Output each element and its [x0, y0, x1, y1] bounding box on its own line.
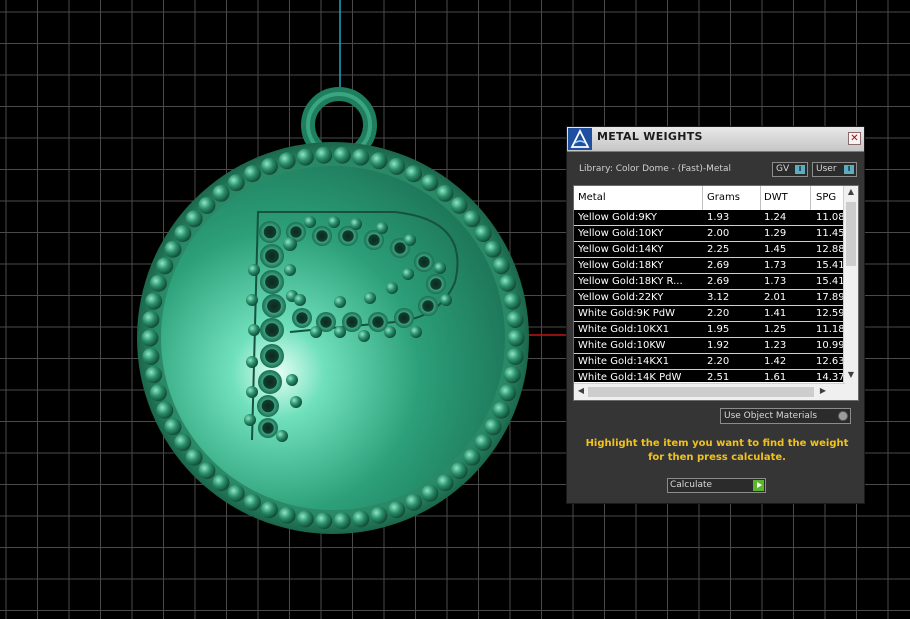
- instruction-text: Highlight the item you want to find the …: [585, 438, 849, 463]
- grams-cell: 3.12: [707, 292, 730, 303]
- table-row[interactable]: Yellow Gold:9KY 1.93 1.24 11.08: [574, 210, 845, 226]
- table-row[interactable]: Yellow Gold:18KY 2.69 1.73 15.41: [574, 258, 845, 274]
- col-header-grams[interactable]: Grams: [707, 192, 759, 203]
- info-icon: I: [844, 165, 854, 174]
- use-object-materials-option[interactable]: Use Object Materials: [720, 408, 851, 424]
- calculate-label: Calculate: [670, 480, 713, 490]
- spg-cell: 11.18: [816, 324, 845, 335]
- metal-cell: Yellow Gold:14KY: [578, 244, 664, 255]
- grams-cell: 2.00: [707, 228, 730, 239]
- metal-cell: Yellow Gold:22KY: [578, 292, 664, 303]
- grams-cell: 2.20: [707, 308, 730, 319]
- metal-cell: White Gold:14KX1: [578, 356, 670, 367]
- spg-cell: 14.37: [816, 372, 845, 382]
- dwt-cell: 1.61: [764, 372, 787, 382]
- grams-cell: 2.20: [707, 356, 730, 367]
- user-toggle[interactable]: User I: [812, 162, 857, 177]
- scroll-right-icon[interactable]: ▶: [817, 386, 829, 398]
- grams-cell: 2.51: [707, 372, 730, 382]
- table-row[interactable]: Yellow Gold:10KY 2.00 1.29 11.45: [574, 226, 845, 242]
- dwt-cell: 1.45: [764, 244, 787, 255]
- metal-cell: White Gold:10KX1: [578, 324, 670, 335]
- calculate-button[interactable]: Calculate: [667, 478, 766, 493]
- grams-cell: 2.25: [707, 244, 730, 255]
- dwt-cell: 1.23: [764, 340, 787, 351]
- user-label: User: [816, 164, 837, 174]
- spg-cell: 10.99: [816, 340, 845, 351]
- spg-cell: 17.89: [816, 292, 845, 303]
- dwt-cell: 1.29: [764, 228, 787, 239]
- metal-cell: Yellow Gold:18KY: [578, 260, 664, 271]
- dwt-cell: 1.24: [764, 212, 787, 223]
- table-row[interactable]: White Gold:14KX1 2.20 1.42 12.63: [574, 354, 845, 370]
- col-header-spg[interactable]: SPG: [816, 192, 846, 203]
- spg-cell: 12.63: [816, 356, 845, 367]
- gv-toggle[interactable]: GV I: [772, 162, 808, 177]
- metal-cell: White Gold:10KW: [578, 340, 666, 351]
- dwt-cell: 1.73: [764, 276, 787, 287]
- dwt-cell: 1.25: [764, 324, 787, 335]
- radio-icon[interactable]: [838, 411, 848, 421]
- scroll-down-icon[interactable]: ▼: [846, 370, 856, 382]
- close-icon[interactable]: ✕: [848, 132, 861, 145]
- metal-cell: Yellow Gold:9KY: [578, 212, 657, 223]
- spg-cell: 12.88: [816, 244, 845, 255]
- scroll-up-icon[interactable]: ▲: [846, 187, 856, 199]
- spg-cell: 15.41: [816, 276, 845, 287]
- metal-cell: Yellow Gold:10KY: [578, 228, 664, 239]
- grams-cell: 1.93: [707, 212, 730, 223]
- table-row[interactable]: Yellow Gold:22KY 3.12 2.01 17.89: [574, 290, 845, 306]
- gv-label: GV: [776, 164, 790, 174]
- col-header-metal[interactable]: Metal: [578, 192, 698, 203]
- metal-cell: White Gold:9K PdW: [578, 308, 675, 319]
- table-row[interactable]: Yellow Gold:18KY R... 2.69 1.73 15.41: [574, 274, 845, 290]
- dwt-cell: 1.42: [764, 356, 787, 367]
- horizontal-scrollbar[interactable]: ◀ ▶: [574, 383, 845, 400]
- library-label: Library: Color Dome - (Fast)-Metal: [579, 164, 731, 174]
- metal-weights-panel: METAL WEIGHTS ✕ Library: Color Dome - (F…: [566, 126, 865, 504]
- panel-title: METAL WEIGHTS: [597, 130, 703, 143]
- grams-cell: 2.69: [707, 260, 730, 271]
- spg-cell: 11.08: [816, 212, 845, 223]
- spg-cell: 12.59: [816, 308, 845, 319]
- spg-cell: 11.45: [816, 228, 845, 239]
- scroll-thumb[interactable]: [846, 202, 856, 266]
- grams-cell: 2.69: [707, 276, 730, 287]
- dwt-cell: 1.73: [764, 260, 787, 271]
- use-object-materials-label: Use Object Materials: [724, 411, 818, 421]
- dwt-cell: 1.41: [764, 308, 787, 319]
- dwt-cell: 2.01: [764, 292, 787, 303]
- panel-titlebar[interactable]: METAL WEIGHTS ✕: [567, 127, 864, 152]
- table-row[interactable]: White Gold:14K PdW 2.51 1.61 14.37: [574, 370, 845, 382]
- table-row[interactable]: Yellow Gold:14KY 2.25 1.45 12.88: [574, 242, 845, 258]
- table-body: Yellow Gold:9KY 1.93 1.24 11.08 Yellow Gold:…: [574, 210, 845, 382]
- spg-cell: 15.41: [816, 260, 845, 271]
- info-icon: I: [795, 165, 805, 174]
- metal-cell: White Gold:14K PdW: [578, 372, 682, 382]
- table-row[interactable]: White Gold:10KX1 1.95 1.25 11.18: [574, 322, 845, 338]
- col-header-dwt[interactable]: DWT: [764, 192, 812, 203]
- metal-cell: Yellow Gold:18KY R...: [578, 276, 683, 287]
- grams-cell: 1.95: [707, 324, 730, 335]
- app-logo-icon: [568, 128, 592, 150]
- hscroll-thumb[interactable]: [588, 387, 814, 397]
- table-header: Metal Grams DWT SPG: [574, 186, 845, 209]
- play-icon[interactable]: [753, 480, 764, 491]
- pendant-model[interactable]: [137, 87, 529, 534]
- table-row[interactable]: White Gold:9K PdW 2.20 1.41 12.59: [574, 306, 845, 322]
- metal-table[interactable]: Metal Grams DWT SPG Yellow Gold:9KY 1.93 1…: [573, 185, 859, 401]
- table-row[interactable]: White Gold:10KW 1.92 1.23 10.99: [574, 338, 845, 354]
- scroll-left-icon[interactable]: ◀: [575, 386, 587, 398]
- grams-cell: 1.92: [707, 340, 730, 351]
- vertical-scrollbar[interactable]: ▲ ▼: [843, 186, 858, 384]
